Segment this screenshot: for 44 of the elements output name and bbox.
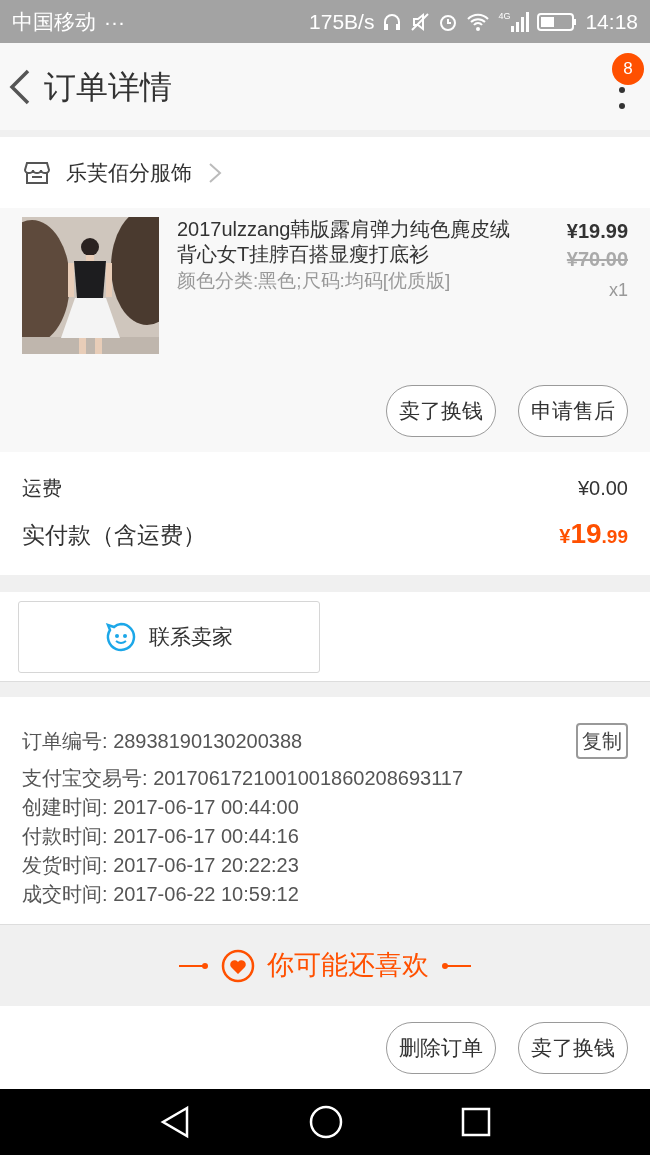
carrier-name: 中国移动 — [12, 8, 96, 35]
paid-label: 实付款（含运费） — [22, 520, 206, 550]
action-button[interactable]: 申请售后 — [518, 385, 628, 437]
order-info-line: 创建时间: 2017-06-17 00:44:00 — [22, 794, 300, 820]
contact-seller-button[interactable]: 联系卖家 — [18, 600, 320, 673]
shipping-fee: ¥0.00 — [577, 475, 628, 501]
headphones-icon — [382, 11, 403, 32]
network-speed: 175B/s — [309, 8, 375, 35]
order-info-line: 成交时间: 2017-06-22 10:59:12 — [22, 881, 300, 907]
page-title: 订单详情 — [44, 67, 173, 107]
home-nav-icon[interactable] — [309, 1105, 343, 1139]
store-icon — [24, 160, 50, 185]
order-info-line: 支付宝交易号: 2017061721001001860208693117 — [22, 765, 465, 791]
quantity: x1 — [609, 279, 628, 302]
more-indicator: ··· — [104, 8, 125, 35]
product-title[interactable]: 2017ulzzang韩版露肩弹力纯色麂皮绒背心女T挂脖百搭显瘦打底衫 — [177, 217, 526, 267]
arrow-line-icon — [179, 960, 209, 971]
smiley-chat-icon — [105, 620, 137, 653]
recents-nav-icon[interactable] — [461, 1107, 491, 1137]
clock: 14:18 — [585, 8, 638, 35]
paid-amount: ¥19.99 — [559, 516, 628, 551]
product-price: ¥19.99 — [566, 219, 628, 244]
shipping-label: 运费 — [22, 475, 62, 501]
chevron-right-icon — [208, 161, 222, 184]
wifi-icon — [466, 11, 491, 32]
action-button[interactable]: 卖了换钱 — [518, 1021, 628, 1074]
notification-badge: 8 — [612, 52, 644, 85]
order-info-line: 订单编号: 28938190130200388 — [22, 729, 304, 754]
signal-icon — [511, 11, 530, 32]
recommend-title: 你可能还喜欢 — [267, 949, 429, 983]
original-price: ¥70.00 — [566, 247, 628, 272]
action-button[interactable]: 删除订单 — [386, 1021, 496, 1074]
store-row[interactable]: 乐芙佰分服饰 — [0, 137, 650, 208]
order-info-line: 付款时间: 2017-06-17 00:44:16 — [22, 823, 300, 849]
mute-icon — [410, 11, 431, 32]
network-type: 4G — [498, 11, 511, 21]
arrow-line-icon — [441, 960, 471, 971]
order-info-line: 发货时间: 2017-06-17 20:22:23 — [22, 852, 300, 878]
store-name: 乐芙佰分服饰 — [66, 159, 192, 186]
back-nav-icon[interactable] — [159, 1105, 191, 1139]
battery-icon — [537, 11, 578, 32]
copy-button[interactable]: 复制 — [576, 723, 628, 759]
product-sku: 颜色分类:黑色;尺码:均码[优质版] — [177, 269, 452, 293]
action-button[interactable]: 卖了换钱 — [386, 385, 496, 437]
